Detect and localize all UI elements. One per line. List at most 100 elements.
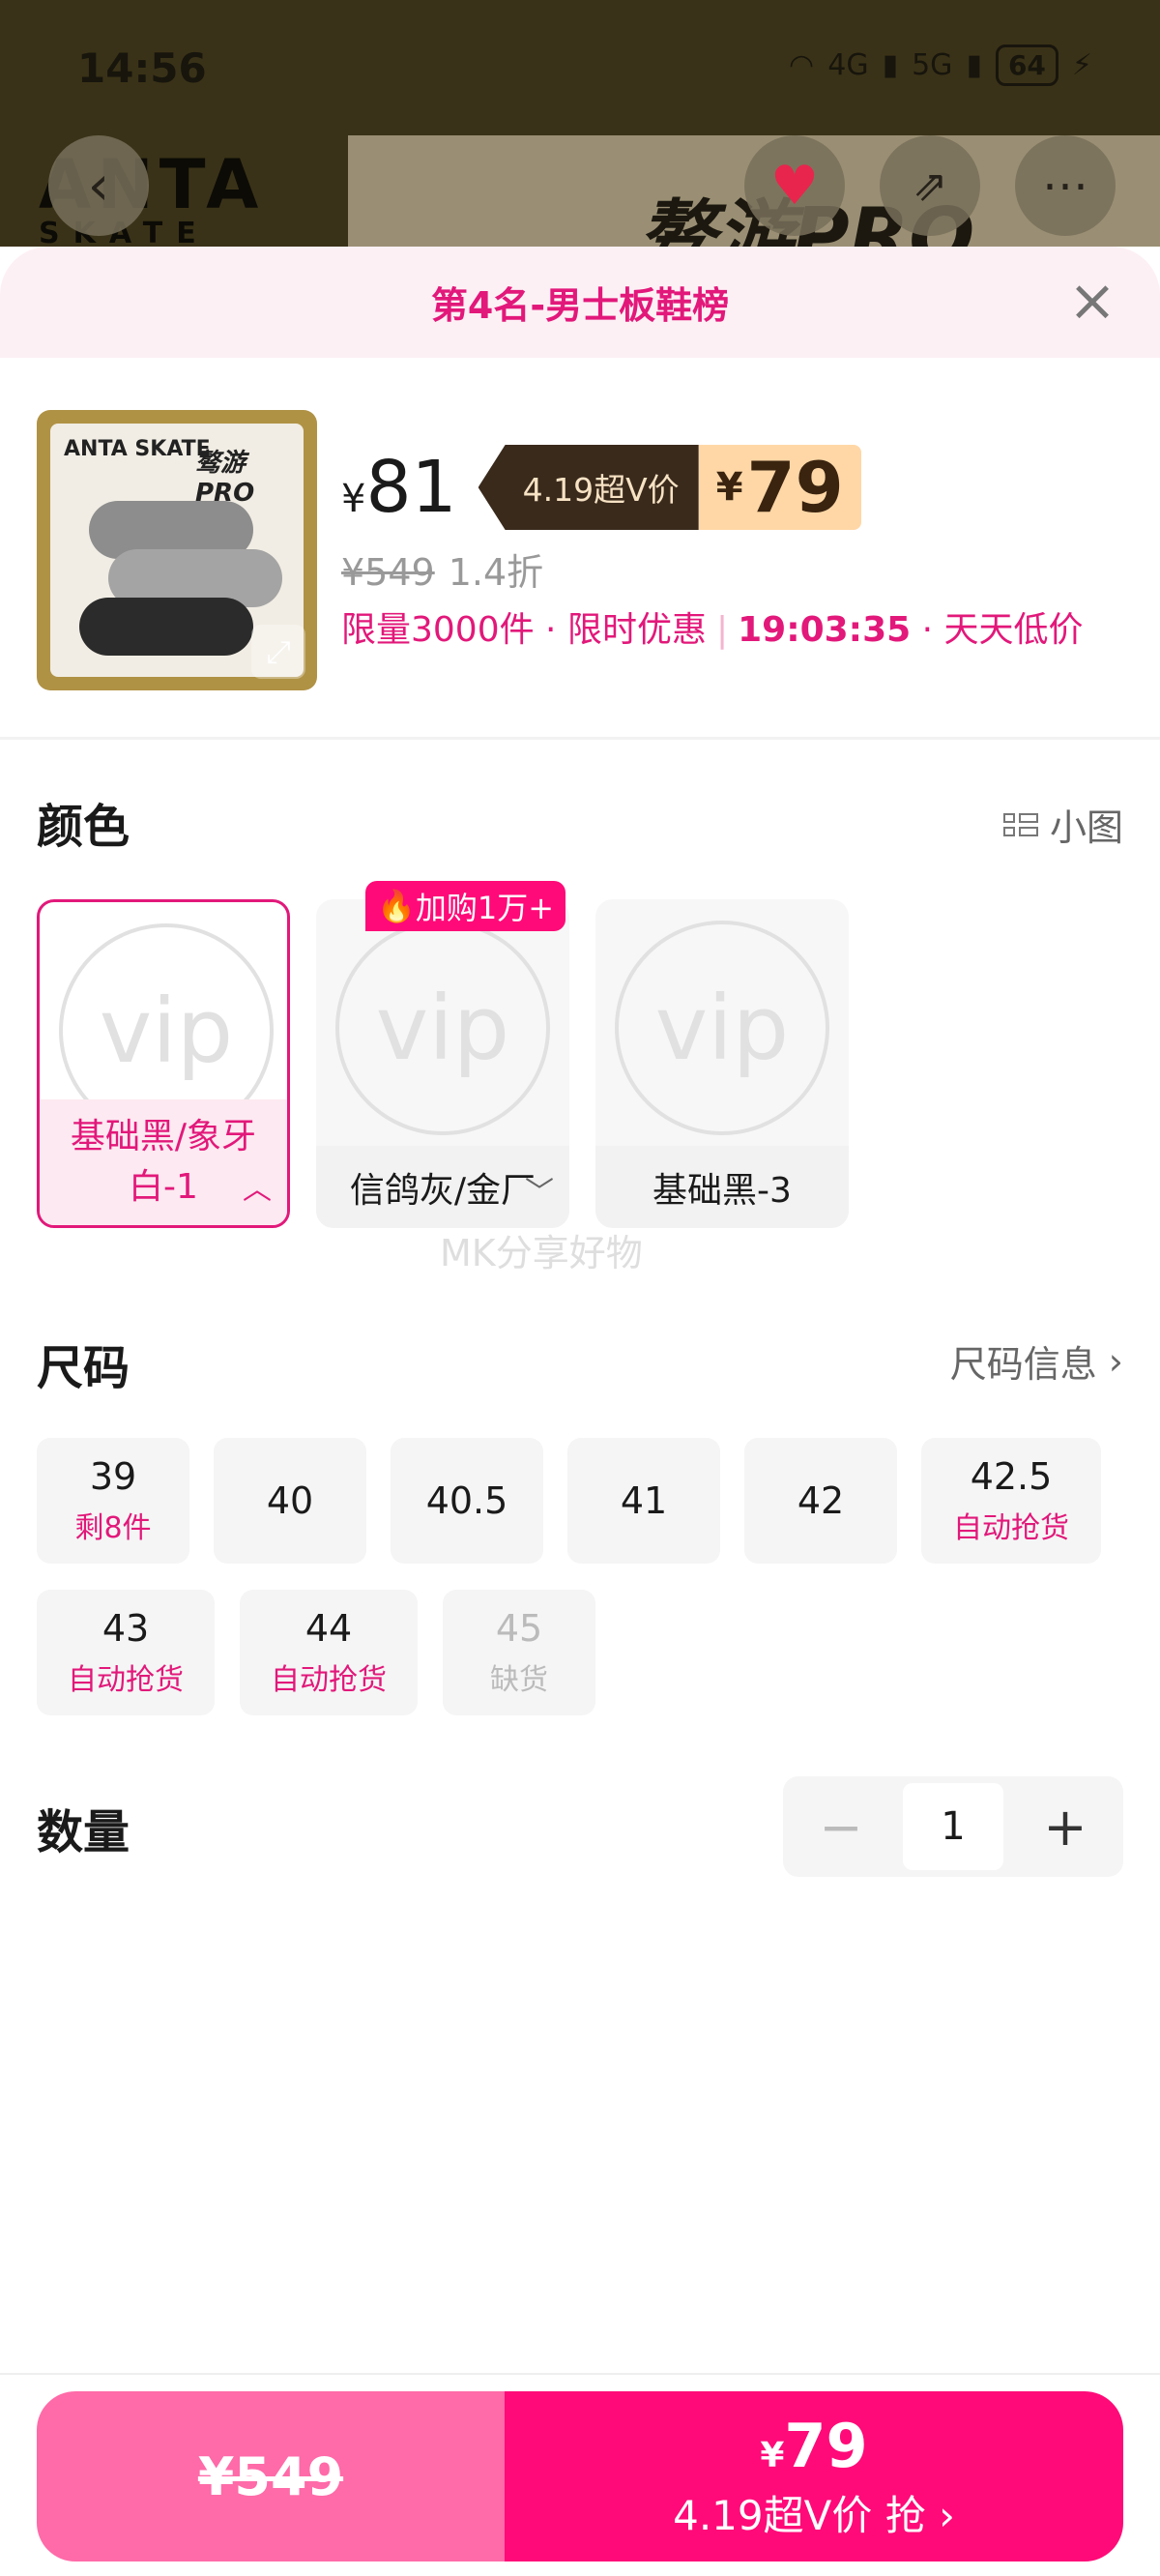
chevron-right-icon: ›	[925, 2492, 955, 2539]
signal-icon-2: ▮	[966, 48, 982, 82]
size-note: 自动抢货	[953, 1511, 1069, 1545]
heart-icon: ♥	[769, 154, 820, 218]
size-value: 43	[102, 1607, 150, 1650]
chevron-down-icon[interactable]: ﹀	[525, 1168, 554, 1211]
buy-label-text: 4.19超V价 抢	[673, 2492, 926, 2539]
sku-sheet: 第4名-男士板鞋榜 × ANTA SKATE 骜游PRO ⤢ ¥81 4.19超…	[0, 247, 1160, 2576]
watermark: MK分享好物	[440, 1232, 643, 1274]
buy-price-symbol: ¥	[760, 2436, 785, 2475]
size-value: 42	[797, 1479, 845, 1522]
price-value: 81	[365, 446, 457, 529]
shoe-image-3	[79, 598, 253, 656]
hot-badge: 🔥 加购1万+	[365, 881, 566, 931]
favorite-button[interactable]: ♥	[744, 135, 845, 236]
chevron-right-icon: ›	[1108, 1339, 1123, 1383]
size-option-disabled[interactable]: 45 缺货	[443, 1590, 595, 1715]
share-button[interactable]: ⇗	[880, 135, 980, 236]
badge-text: 加购1万+	[415, 890, 555, 926]
color-option-1[interactable]: vip 基础黑/象牙白-1 ︿	[37, 899, 290, 1228]
size-info-label: 尺码信息	[949, 1343, 1097, 1386]
status-icons: ◠ 4G ▮ 5G ▮ 64 ⚡	[789, 44, 1092, 86]
size-value: 40	[266, 1479, 314, 1522]
super-v-label: 4.19超V价	[478, 445, 699, 530]
share-icon: ⇗	[912, 161, 948, 211]
size-option[interactable]: 43 自动抢货	[37, 1590, 215, 1715]
footer-divider	[0, 2373, 1160, 2375]
size-option[interactable]: 39 剩8件	[37, 1438, 189, 1564]
vip-placeholder-icon: vip	[615, 921, 829, 1135]
network-5g: 5G	[912, 48, 953, 82]
quantity-title: 数量	[37, 1805, 130, 1859]
size-value: 40.5	[425, 1479, 508, 1522]
charging-icon: ⚡	[1071, 48, 1092, 82]
quantity-stepper[interactable]: − 1 +	[783, 1776, 1123, 1877]
minus-icon[interactable]: −	[783, 1797, 899, 1858]
size-option[interactable]: 40	[214, 1438, 366, 1564]
super-v-symbol: ¥	[715, 465, 743, 510]
size-value: 39	[89, 1455, 137, 1498]
super-v-price-tag: 4.19超V价 ¥79	[478, 445, 861, 530]
quantity-value[interactable]: 1	[903, 1783, 1003, 1870]
size-value: 41	[620, 1479, 668, 1522]
size-info-link[interactable]: 尺码信息 ›	[950, 1334, 1123, 1388]
divider	[0, 737, 1160, 740]
chevron-left-icon: ‹	[87, 154, 110, 218]
view-toggle-label: 小图	[1049, 806, 1123, 849]
promo-row: 限量3000件 · 限时优惠 | 19:03:35 · 天天低价	[341, 601, 1084, 652]
size-option[interactable]: 44 自动抢货	[240, 1590, 418, 1715]
wifi-icon: ◠	[789, 48, 815, 82]
color-option-2[interactable]: vip 信鸽灰/金厂 ﹀	[316, 899, 569, 1228]
size-value: 45	[495, 1607, 543, 1650]
close-button[interactable]: ×	[1065, 272, 1119, 330]
plus-icon[interactable]: +	[1007, 1797, 1123, 1858]
size-note: 自动抢货	[271, 1663, 387, 1697]
thumb-pro: 骜游PRO	[195, 449, 255, 508]
close-icon: ×	[1067, 267, 1117, 335]
expand-icon[interactable]: ⤢	[251, 625, 305, 679]
size-option[interactable]: 40.5	[391, 1438, 543, 1564]
color-option-3[interactable]: vip 基础黑-3	[595, 899, 849, 1228]
promo-limit: 限量3000件 · 限时优惠	[341, 610, 707, 650]
size-option[interactable]: 42.5 自动抢货	[921, 1438, 1101, 1564]
original-price-button[interactable]: ¥549	[37, 2391, 505, 2561]
chevron-up-icon[interactable]: ︿	[243, 1165, 272, 1208]
battery-level: 64	[995, 44, 1058, 86]
buy-now-button[interactable]: ¥79 4.19超V价 抢 ›	[505, 2391, 1123, 2561]
rank-title[interactable]: 第4名-男士板鞋榜	[431, 276, 729, 329]
color-title: 颜色	[37, 800, 130, 854]
size-option[interactable]: 42	[744, 1438, 897, 1564]
product-thumbnail[interactable]: ANTA SKATE 骜游PRO ⤢	[37, 410, 317, 690]
size-note: 缺货	[490, 1663, 548, 1697]
original-price-row: ¥549 1.4折	[341, 542, 543, 596]
promo-daily-low: · 天天低价	[911, 610, 1084, 650]
more-icon: ⋯	[1042, 159, 1088, 213]
back-button[interactable]: ‹	[48, 135, 149, 236]
sheet-header: 第4名-男士板鞋榜 ×	[0, 247, 1160, 358]
fire-icon: 🔥	[377, 888, 416, 924]
thumb-logo: ANTA SKATE	[64, 437, 211, 461]
size-note: 自动抢货	[68, 1663, 184, 1697]
current-price: ¥81	[341, 446, 457, 529]
status-time: 14:56	[77, 44, 207, 92]
buy-price: ¥79	[760, 2411, 867, 2481]
more-button[interactable]: ⋯	[1015, 135, 1116, 236]
size-title: 尺码	[37, 1341, 130, 1395]
buy-bar: ¥549 ¥79 4.19超V价 抢 ›	[37, 2391, 1123, 2561]
size-note: 剩8件	[74, 1511, 152, 1545]
size-value: 42.5	[970, 1455, 1053, 1498]
buy-label: 4.19超V价 抢 ›	[673, 2483, 955, 2542]
size-option[interactable]: 41	[567, 1438, 720, 1564]
vip-placeholder-icon: vip	[335, 921, 550, 1135]
super-v-price: ¥79	[698, 445, 861, 530]
buy-price-value: 79	[784, 2411, 868, 2481]
discount: 1.4折	[448, 551, 544, 594]
promo-countdown: 19:03:35	[738, 610, 912, 650]
list-view-icon	[1002, 812, 1038, 836]
price-symbol: ¥	[341, 477, 366, 521]
promo-divider: |	[715, 610, 729, 650]
price-row: ¥81 4.19超V价 ¥79	[341, 445, 861, 530]
network-4g: 4G	[827, 48, 869, 82]
status-bar: 14:56 ◠ 4G ▮ 5G ▮ 64 ⚡	[0, 0, 1160, 140]
size-value: 44	[304, 1607, 353, 1650]
view-toggle[interactable]: 小图	[1002, 798, 1123, 851]
